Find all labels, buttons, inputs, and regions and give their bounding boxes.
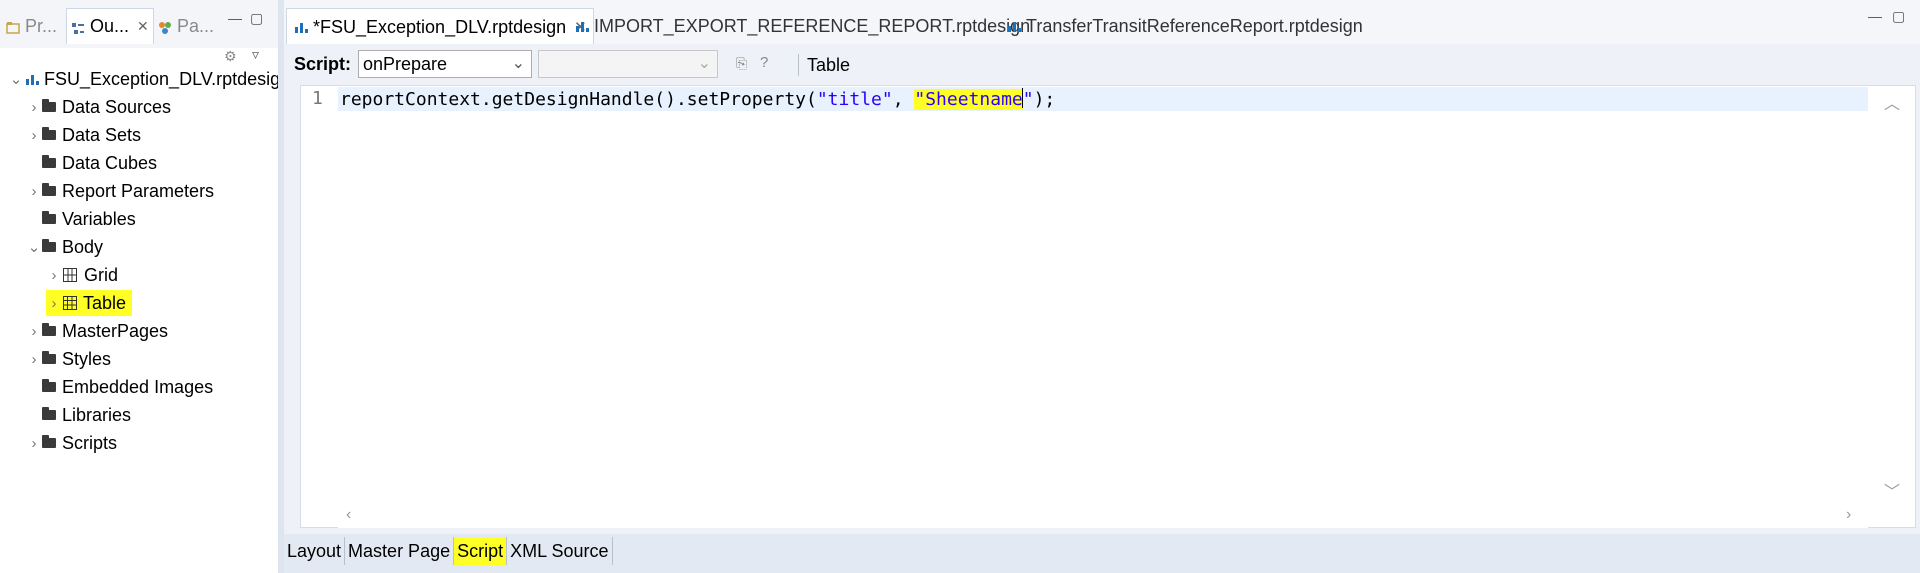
chevron-right-icon[interactable]: › <box>26 99 42 116</box>
chevron-down-icon: ⌄ <box>697 55 711 72</box>
chevron-right-icon[interactable]: › <box>26 323 42 340</box>
tab-script[interactable]: Script <box>454 537 508 565</box>
chevron-right-icon[interactable]: › <box>26 351 42 368</box>
tree-item-data-cubes[interactable]: Data Cubes <box>26 150 157 176</box>
report-icon <box>24 71 40 87</box>
toolbar-separator <box>798 54 799 76</box>
folder-icon <box>42 351 56 364</box>
tree-item-data-sources[interactable]: › Data Sources <box>26 94 172 120</box>
code-suffix: ); <box>1033 89 1056 110</box>
folder-icon <box>42 211 56 224</box>
tree-item-embedded-images[interactable]: Embedded Images <box>26 374 213 400</box>
editor-tab-import-export[interactable]: IMPORT_EXPORT_REFERENCE_REPORT.rptdesign <box>574 8 1030 44</box>
tab-xml-source[interactable]: XML Source <box>507 537 613 565</box>
tree-item-report-parameters[interactable]: › Report Parameters <box>26 178 215 204</box>
scroll-up-icon[interactable]: ︿ <box>1884 90 1900 114</box>
line-number: 1 <box>312 88 323 109</box>
tab-project[interactable]: Pr... <box>6 8 58 44</box>
editor-tab-transfer-transit[interactable]: TransferTransitReferenceReport.rptdesign <box>1006 8 1363 44</box>
tree-item-variables[interactable]: Variables <box>26 206 136 232</box>
maximize-icon[interactable]: ▢ <box>250 10 263 27</box>
report-icon <box>574 18 590 34</box>
editor-tab-bar: *FSU_Exception_DLV.rptdesign ✕ IMPORT_EX… <box>284 0 1920 45</box>
folder-icon <box>42 239 56 252</box>
horizontal-scrollbar[interactable]: ‹ › <box>338 506 1868 528</box>
left-tab-bar: Pr... Ou... ✕ Pa... — ▢ <box>0 0 278 48</box>
report-icon <box>1006 18 1022 34</box>
chevron-right-icon[interactable]: › <box>26 183 42 200</box>
script-validate-icon[interactable]: ⎘ <box>736 55 747 72</box>
event-select[interactable]: onPrepare ⌄ <box>358 50 532 78</box>
tree-item-scripts[interactable]: › Scripts <box>26 430 118 456</box>
chevron-right-icon[interactable]: › <box>46 295 62 312</box>
tree-root[interactable]: ⌄ FSU_Exception_DLV.rptdesign <box>8 66 290 92</box>
report-icon <box>293 19 309 35</box>
minimize-icon[interactable]: — <box>228 10 242 26</box>
grid-icon <box>62 267 78 283</box>
code-line[interactable]: reportContext.getDesignHandle().setPrope… <box>340 88 1055 110</box>
tree-item-libraries[interactable]: Libraries <box>26 402 131 428</box>
method-select[interactable]: ⌄ <box>538 50 718 78</box>
table-icon <box>62 295 78 311</box>
editor-tab-fsu-exception[interactable]: *FSU_Exception_DLV.rptdesign ✕ <box>286 8 594 45</box>
folder-icon <box>42 183 56 196</box>
code-string-sheetname: "Sheetname <box>914 89 1023 110</box>
script-label: Script: <box>294 54 352 74</box>
chevron-down-icon[interactable]: ⌄ <box>8 70 24 88</box>
editor-page-tabs: Layout Master Page Script XML Source <box>284 534 1920 573</box>
tree-item-data-sets[interactable]: › Data Sets <box>26 122 142 148</box>
folder-icon <box>42 323 56 336</box>
chevron-right-icon[interactable]: › <box>26 435 42 452</box>
folder-icon <box>42 99 56 112</box>
context-element-label: Table <box>807 55 851 75</box>
chevron-down-icon: ⌄ <box>511 55 525 72</box>
tab-outline[interactable]: Ou... ✕ <box>66 8 154 44</box>
minimize-icon[interactable]: — <box>1868 8 1882 24</box>
palette-icon <box>158 19 172 34</box>
code-string-title: "title" <box>816 89 893 110</box>
chevron-right-icon[interactable]: › <box>46 267 62 284</box>
help-icon[interactable]: ? <box>760 54 768 71</box>
code-editor[interactable] <box>300 85 1916 528</box>
view-menu-icon[interactable]: ▿ <box>252 46 259 63</box>
outline-icon <box>71 20 85 34</box>
folder-icon <box>42 407 56 420</box>
folder-icon <box>42 379 56 392</box>
folder-icon <box>42 155 56 168</box>
project-icon <box>6 19 20 34</box>
tree-item-body[interactable]: ⌄ Body <box>26 234 103 260</box>
tree-item-styles[interactable]: › Styles <box>26 346 112 372</box>
close-icon[interactable]: ✕ <box>137 18 149 35</box>
scroll-down-icon[interactable]: ﹀ <box>1884 478 1900 502</box>
chevron-right-icon[interactable]: › <box>26 127 42 144</box>
tab-master-page[interactable]: Master Page <box>345 537 455 565</box>
scroll-right-icon[interactable]: › <box>1846 506 1851 524</box>
code-string-close-quote: " <box>1022 89 1034 110</box>
filter-icon[interactable]: ⚙ <box>224 48 237 65</box>
code-separator: , <box>892 89 915 110</box>
line-number-gutter <box>301 86 337 506</box>
scroll-left-icon[interactable]: ‹ <box>346 506 351 524</box>
code-prefix: reportContext.getDesignHandle().setPrope… <box>340 89 817 110</box>
tab-layout[interactable]: Layout <box>284 537 346 565</box>
tree-item-masterpages[interactable]: › MasterPages <box>26 318 169 344</box>
folder-icon <box>42 435 56 448</box>
chevron-down-icon[interactable]: ⌄ <box>26 238 42 256</box>
folder-icon <box>42 127 56 140</box>
tree-item-grid[interactable]: › Grid <box>46 262 119 288</box>
vertical-scrollbar[interactable]: ︿ ﹀ <box>1868 86 1914 506</box>
tree-item-table[interactable]: › Table <box>46 290 133 316</box>
maximize-icon[interactable]: ▢ <box>1892 8 1905 25</box>
tab-palette[interactable]: Pa... <box>158 8 218 44</box>
